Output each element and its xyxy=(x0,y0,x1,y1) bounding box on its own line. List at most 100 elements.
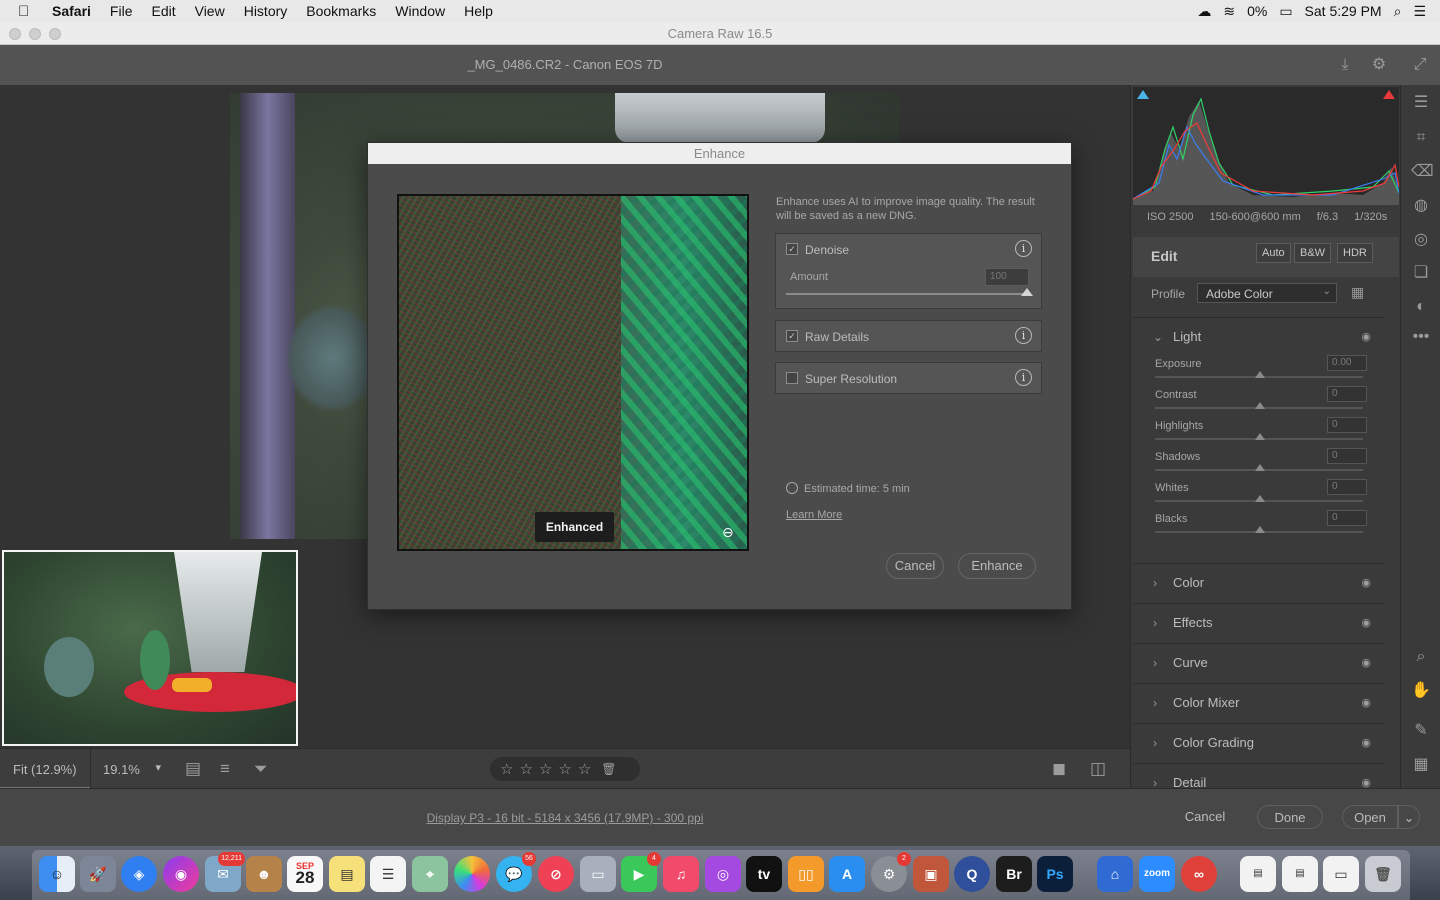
creative-cloud-icon[interactable]: ☁ xyxy=(1197,3,1211,20)
shadows-handle[interactable] xyxy=(1255,464,1265,471)
zoom-app-icon[interactable]: zoom xyxy=(1139,856,1175,892)
amount-slider[interactable] xyxy=(786,293,1028,295)
photos-icon[interactable] xyxy=(454,856,490,892)
eye-icon[interactable]: ◉ xyxy=(1361,736,1371,749)
eye-icon[interactable]: ◉ xyxy=(1361,776,1371,788)
contrast-slider[interactable]: Contrast 0 xyxy=(1155,386,1367,420)
amount-value[interactable]: 100 xyxy=(985,268,1029,286)
home-icon[interactable]: ⌂ xyxy=(1097,856,1133,892)
highlight-clipping-icon[interactable] xyxy=(1383,90,1395,99)
red-eye-icon[interactable]: ◎ xyxy=(1411,230,1431,250)
raw-details-info-icon[interactable]: i xyxy=(1015,327,1032,344)
maps-icon[interactable]: ⌖ xyxy=(412,856,448,892)
eraser-icon[interactable]: ⌫ xyxy=(1411,162,1434,182)
highlights-slider[interactable]: Highlights 0 xyxy=(1155,417,1367,451)
eye-icon[interactable]: ◉ xyxy=(1361,696,1371,709)
highlights-handle[interactable] xyxy=(1255,433,1265,440)
wifi-icon[interactable]: ≋ xyxy=(1223,3,1235,20)
eye-icon[interactable]: ◉ xyxy=(1361,330,1371,343)
app-store-icon[interactable]: A xyxy=(829,856,865,892)
star-4-icon[interactable]: ☆ xyxy=(558,760,571,778)
sort-icon[interactable]: ≡ xyxy=(220,759,230,779)
whites-slider[interactable]: Whites 0 xyxy=(1155,479,1367,513)
facetime-icon[interactable]: ▶ 4 xyxy=(621,852,661,892)
shadows-slider[interactable]: Shadows 0 xyxy=(1155,448,1367,482)
highlights-value[interactable]: 0 xyxy=(1327,417,1367,433)
apple-icon[interactable]:  xyxy=(18,3,38,20)
cancel-button[interactable]: Cancel xyxy=(1172,805,1238,829)
heic-file-icon[interactable]: ▤ xyxy=(1240,856,1276,892)
battery-percent[interactable]: 0% xyxy=(1247,3,1267,19)
apple-tv-icon[interactable]: tv xyxy=(746,856,782,892)
menubar-clock[interactable]: Sat 5:29 PM xyxy=(1305,3,1382,19)
notes-icon[interactable]: ▤ xyxy=(329,856,365,892)
eye-icon[interactable]: ◉ xyxy=(1361,576,1371,589)
contrast-handle[interactable] xyxy=(1255,402,1265,409)
blacks-slider[interactable]: Blacks 0 xyxy=(1155,510,1367,544)
finder-icon[interactable]: ☺ xyxy=(39,856,75,892)
denoise-info-icon[interactable]: i xyxy=(1015,240,1032,257)
grid-overlay-icon[interactable]: ▦ xyxy=(1411,755,1431,775)
chevron-down-icon[interactable]: ⌄ xyxy=(1153,330,1163,344)
filter-icon[interactable]: ⏷ xyxy=(254,759,268,779)
trash-icon[interactable]: 🗑 xyxy=(601,762,616,776)
color-mixer-section[interactable]: › Color Mixer ◉ xyxy=(1133,683,1385,723)
messages-icon[interactable]: 💬 56 xyxy=(496,852,536,892)
eye-icon[interactable]: ◉ xyxy=(1361,616,1371,629)
launchpad-icon[interactable]: 🚀 xyxy=(80,856,116,892)
system-preferences-icon[interactable]: ⚙ 2 xyxy=(871,852,911,892)
single-view-icon[interactable]: ◼ xyxy=(1052,759,1066,779)
menu-file[interactable]: File xyxy=(110,3,133,19)
star-1-icon[interactable]: ☆ xyxy=(500,760,513,778)
masking-icon[interactable]: ❏ xyxy=(1411,263,1431,283)
creative-cloud-icon[interactable]: ∞ xyxy=(1181,856,1217,892)
curve-section[interactable]: › Curve ◉ xyxy=(1133,643,1385,683)
open-options-dropdown[interactable]: ⌄ xyxy=(1398,805,1420,829)
color-sampler-icon[interactable]: ✎ xyxy=(1411,721,1431,741)
calendar-icon[interactable]: SEP 28 xyxy=(287,856,323,892)
open-button[interactable]: Open xyxy=(1342,805,1398,829)
light-section-title[interactable]: Light xyxy=(1173,329,1201,344)
menu-history[interactable]: History xyxy=(244,3,288,19)
star-2-icon[interactable]: ☆ xyxy=(519,760,532,778)
save-icon[interactable]: ⤓ xyxy=(1335,55,1355,75)
adobe-photoshop-icon[interactable]: Ps xyxy=(1037,856,1073,892)
workflow-options-link[interactable]: Display P3 - 16 bit - 5184 x 3456 (17.9M… xyxy=(0,811,1130,825)
music-icon[interactable]: ♫ xyxy=(663,856,699,892)
books-icon[interactable]: ▯▯ xyxy=(788,856,824,892)
super-resolution-info-icon[interactable]: i xyxy=(1015,369,1032,386)
enhance-preview[interactable]: Enhanced ⊖ xyxy=(397,194,749,551)
auto-button[interactable]: Auto xyxy=(1256,243,1291,263)
learn-more-link[interactable]: Learn More xyxy=(786,509,842,521)
downloads-stack-icon[interactable]: ▭ xyxy=(1323,856,1359,892)
presets-icon[interactable]: ◐ xyxy=(1411,297,1431,317)
exposure-value[interactable]: 0.00 xyxy=(1327,355,1367,371)
blacks-handle[interactable] xyxy=(1255,526,1265,533)
reminders-icon[interactable]: ☰ xyxy=(370,856,406,892)
denoise-checkbox[interactable]: ✓ xyxy=(786,243,798,255)
menu-edit[interactable]: Edit xyxy=(151,3,175,19)
filmstrip-thumbnail[interactable] xyxy=(2,550,298,746)
super-resolution-checkbox[interactable] xyxy=(786,372,798,384)
quicktime-icon[interactable]: Q xyxy=(954,856,990,892)
profile-browser-icon[interactable]: ▦ xyxy=(1351,284,1364,301)
compare-view-icon[interactable]: ◫ xyxy=(1090,759,1106,779)
star-3-icon[interactable]: ☆ xyxy=(539,760,552,778)
blacks-value[interactable]: 0 xyxy=(1327,510,1367,526)
exposure-handle[interactable] xyxy=(1255,371,1265,378)
zoom-level-dropdown[interactable]: 19.1% ▾ xyxy=(90,749,165,789)
detail-section[interactable]: › Detail ◉ xyxy=(1133,763,1385,788)
menu-window[interactable]: Window xyxy=(395,3,445,19)
menu-app-safari[interactable]: Safari xyxy=(52,3,91,19)
amount-slider-handle[interactable] xyxy=(1021,288,1033,296)
photo-booth-icon[interactable]: ▣ xyxy=(913,856,949,892)
whites-value[interactable]: 0 xyxy=(1327,479,1367,495)
effects-section[interactable]: › Effects ◉ xyxy=(1133,603,1385,643)
png-file-icon[interactable]: ▤ xyxy=(1282,856,1318,892)
gear-icon[interactable]: ⚙ xyxy=(1369,55,1389,75)
menu-bookmarks[interactable]: Bookmarks xyxy=(306,3,376,19)
color-grading-section[interactable]: › Color Grading ◉ xyxy=(1133,723,1385,763)
more-icon[interactable]: ••• xyxy=(1411,327,1431,347)
news-icon[interactable]: ⊘ xyxy=(538,856,574,892)
menu-view[interactable]: View xyxy=(195,3,225,19)
